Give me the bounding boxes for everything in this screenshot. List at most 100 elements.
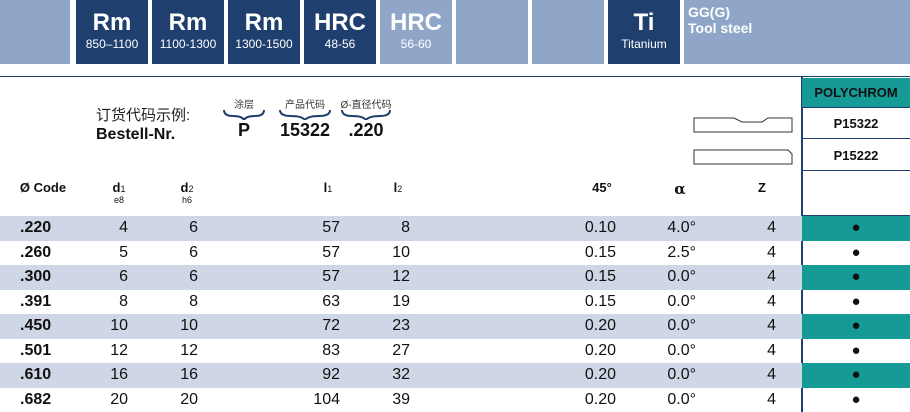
table-row: .501 12 12 83 27 0.20 0.0° 4 ● (0, 339, 910, 364)
cell-l2: 32 (392, 366, 410, 383)
cell-z: 4 (767, 292, 776, 310)
col-header-d1: d1 e8 (104, 180, 134, 205)
cell-alpha: 2.5° (667, 243, 696, 261)
cell-l1: 104 (313, 390, 340, 408)
material-tile-rm-1300: Rm 1300-1500 (228, 0, 300, 64)
cell-chamfer: 0.10 (584, 219, 616, 236)
cell-d2: 8 (189, 292, 198, 310)
cell-l1: 57 (322, 243, 340, 261)
material-symbol: Rm (168, 9, 208, 36)
cell-l1: 63 (322, 292, 340, 310)
col-header-chamfer: 45° (592, 180, 612, 195)
cell-code: .260 (20, 243, 52, 261)
availability-dot-icon: ● (851, 317, 861, 334)
cell-l2: 39 (392, 390, 410, 408)
cell-d2: 6 (189, 268, 198, 285)
cell-chamfer: 0.20 (584, 390, 616, 408)
cell-z: 4 (767, 317, 776, 334)
availability-dot-icon: ● (851, 292, 861, 310)
cell-z: 4 (767, 341, 776, 359)
material-symbol: Rm (244, 9, 284, 36)
cell-code: .300 (20, 268, 52, 285)
material-symbol: Rm (92, 9, 132, 36)
coating-code-2: P15222 (802, 141, 910, 171)
cell-chamfer: 0.20 (584, 366, 616, 383)
cell-code: .220 (20, 219, 52, 236)
col-header-d2-tolerance: h6 (181, 195, 192, 205)
col-header-z: Z (758, 180, 766, 195)
cell-l1: 57 (322, 268, 340, 285)
cell-code: .391 (20, 292, 52, 310)
table-row: .260 5 6 57 10 0.15 2.5° 4 ● (0, 241, 910, 266)
cell-d2: 12 (180, 341, 198, 359)
cell-code: .610 (20, 366, 52, 383)
material-tile-hrc-48: HRC 48-56 (304, 0, 376, 64)
availability-dot-icon: ● (851, 268, 861, 285)
cell-code: .501 (20, 341, 52, 359)
col-header-d1-sub: 1 (120, 184, 126, 194)
cell-alpha: 0.0° (667, 341, 696, 359)
coating-header: POLYCHROM (802, 78, 910, 108)
cell-d2: 16 (180, 366, 198, 383)
material-tile-rm-1100: Rm 1100-1300 (152, 0, 224, 64)
coating-code-1: P15322 (802, 109, 910, 139)
material-range: 850–1100 (85, 37, 139, 51)
cell-l2: 10 (392, 243, 410, 261)
cell-d1: 12 (110, 341, 128, 359)
cell-alpha: 0.0° (667, 268, 696, 285)
table-row: .682 20 20 104 39 0.20 0.0° 4 ● (0, 388, 910, 412)
cell-l2: 12 (392, 268, 410, 285)
col-header-code: Ø Code (19, 180, 67, 195)
cell-alpha: 0.0° (667, 317, 696, 334)
cell-l1: 72 (322, 317, 340, 334)
order-code-caption: 产品代码 (285, 100, 325, 111)
cell-d1: 20 (110, 390, 128, 408)
availability-dot-icon: ● (851, 243, 861, 261)
cell-l2: 8 (401, 219, 410, 236)
material-tile-blank (532, 0, 604, 64)
cell-chamfer: 0.15 (584, 268, 616, 285)
col-header-d1-tolerance: e8 (113, 195, 124, 205)
tool-steel-label: Tool steel (688, 20, 753, 36)
material-tile-titanium: Ti Titanium (608, 0, 680, 64)
cell-z: 4 (767, 243, 776, 261)
order-code-caption: Ø-直径代码 (340, 100, 392, 111)
cell-d1: 8 (119, 292, 128, 310)
cell-d2: 6 (189, 243, 198, 261)
material-header: Rm 850–1100 Rm 1100-1300 Rm 1300-1500 HR… (0, 0, 910, 64)
cell-d1: 10 (110, 317, 128, 334)
cell-l1: 92 (322, 366, 340, 383)
material-tile-gg-tool-steel: GG(G) Tool steel (684, 0, 910, 64)
order-code-value: 15322 (279, 120, 331, 140)
col-header-d2-sub: 2 (188, 184, 194, 194)
cell-l2: 19 (392, 292, 410, 310)
cell-d2: 20 (180, 390, 198, 408)
order-code-product: 产品代码 15322 (278, 96, 332, 140)
material-range: 1300-1500 (235, 37, 293, 51)
table-row: .300 6 6 57 12 0.15 0.0° 4 ● (0, 265, 910, 290)
cell-chamfer: 0.15 (584, 243, 616, 261)
material-symbol: Ti (633, 9, 655, 36)
material-range: 48-56 (324, 37, 356, 51)
order-example-cn: 订货代码示例: (96, 107, 191, 124)
cell-chamfer: 0.20 (584, 341, 616, 359)
coating-spacer (802, 172, 910, 216)
cell-z: 4 (767, 268, 776, 285)
col-header-l2: l2 (386, 180, 410, 195)
order-code-caption: 涂层 (234, 100, 254, 111)
cell-chamfer: 0.20 (584, 317, 616, 334)
cell-d1: 16 (110, 366, 128, 383)
material-range: 56-60 (400, 37, 432, 51)
order-code-diameter: Ø-直径代码 .220 (338, 96, 394, 140)
availability-dot-icon: ● (851, 390, 861, 408)
col-header-l1: l1 (316, 180, 340, 195)
cell-chamfer: 0.15 (584, 292, 616, 310)
cell-alpha: 4.0° (667, 219, 696, 236)
col-header-d2: d2 h6 (172, 180, 202, 205)
material-range: Titanium (621, 37, 667, 51)
cell-l2: 27 (392, 341, 410, 359)
cell-alpha: 0.0° (667, 390, 696, 408)
material-range: 1100-1300 (159, 37, 217, 51)
table-row: .450 10 10 72 23 0.20 0.0° 4 ● (0, 314, 910, 339)
col-header-alpha: α (674, 180, 686, 198)
